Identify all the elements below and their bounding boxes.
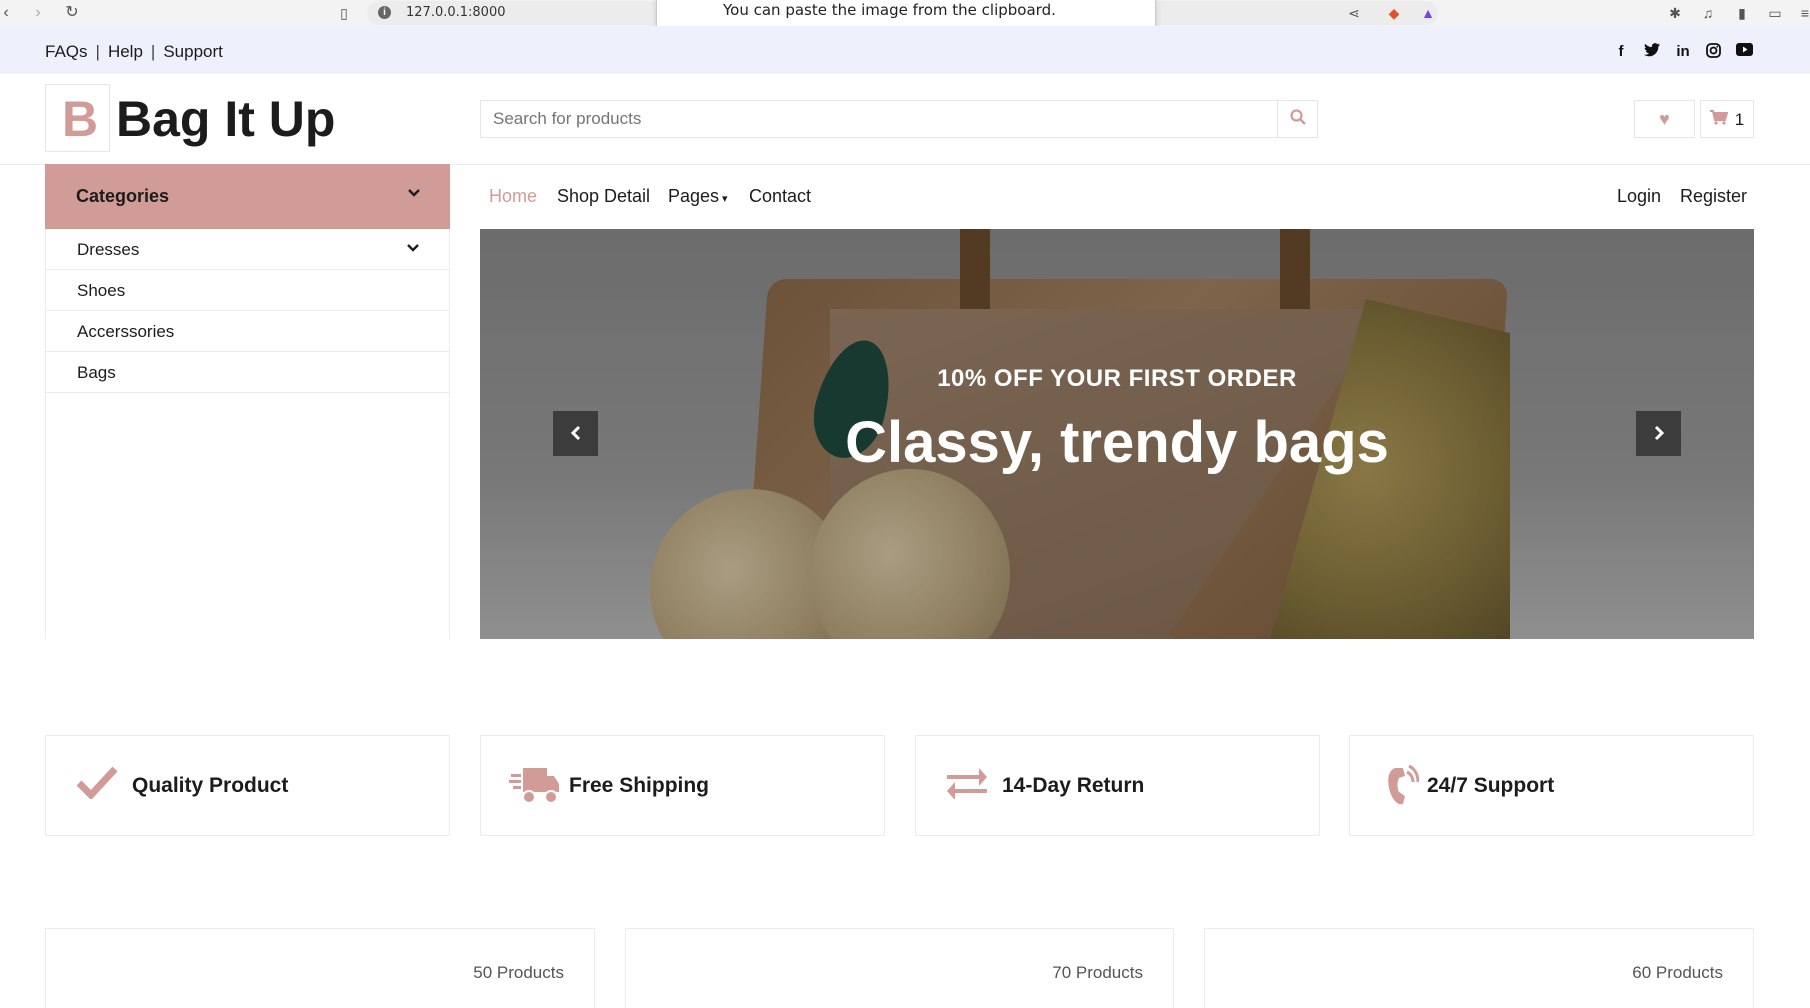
brave-rewards-icon[interactable]: ▲ (1419, 4, 1437, 22)
hero-subtitle: 10% OFF YOUR FIRST ORDER (937, 365, 1297, 392)
support-link[interactable]: Support (163, 42, 223, 61)
site-title[interactable]: Bag It Up (116, 90, 335, 148)
categories-toggle[interactable]: Categories (45, 164, 450, 229)
share-icon[interactable]: ⋖ (1345, 4, 1363, 22)
wallet-icon[interactable]: ▭ (1766, 4, 1784, 22)
categories-list: Dresses Shoes Accerssories Bags (45, 229, 450, 639)
feature-quality: Quality Product (45, 735, 450, 836)
twitter-icon[interactable] (1643, 43, 1661, 61)
separator: | (95, 42, 100, 61)
phone-volume-icon (1378, 764, 1424, 810)
sidebar-icon[interactable]: ▮ (1733, 4, 1751, 22)
category-label: Shoes (77, 281, 126, 300)
product-category-card[interactable]: 50 Products (45, 928, 595, 1008)
product-count: 70 Products (1052, 963, 1143, 982)
nav-shop-detail[interactable]: Shop Detail (557, 186, 650, 207)
search-icon (1289, 109, 1306, 125)
faqs-link[interactable]: FAQs (45, 42, 88, 61)
top-bar: FAQs | Help | Support f in (0, 26, 1810, 74)
category-item-accessories[interactable]: Accerssories (46, 311, 449, 352)
chevron-down-icon (408, 184, 420, 200)
forward-icon[interactable]: › (28, 3, 48, 23)
truck-icon (509, 764, 559, 810)
facebook-icon[interactable]: f (1612, 43, 1630, 60)
product-count: 60 Products (1632, 963, 1723, 982)
help-link[interactable]: Help (108, 42, 143, 61)
feature-label: Quality Product (132, 774, 289, 797)
media-icon[interactable]: ♫ (1699, 4, 1717, 22)
reload-icon[interactable]: ↻ (62, 3, 82, 23)
bookmark-icon[interactable]: ▯ (334, 3, 354, 23)
hero-carousel: 10% OFF YOUR FIRST ORDER Classy, trendy … (480, 229, 1754, 639)
cart-icon (1709, 109, 1733, 129)
product-category-card[interactable]: 60 Products (1204, 928, 1754, 1008)
search-input[interactable] (480, 100, 1278, 138)
brave-shield-icon[interactable]: ◆ (1385, 4, 1403, 22)
top-links: FAQs | Help | Support (45, 42, 223, 62)
hero-title: Classy, trendy bags (845, 410, 1389, 475)
check-icon (74, 764, 120, 810)
extensions-icon[interactable]: ✱ (1666, 4, 1684, 22)
feature-shipping: Free Shipping (480, 735, 885, 836)
category-label: Bags (77, 363, 116, 382)
feature-return: 14-Day Return (915, 735, 1320, 836)
clipboard-notice: You can paste the image from the clipboa… (723, 1, 1056, 19)
url-text[interactable]: 127.0.0.1:8000 (406, 5, 506, 20)
instagram-icon[interactable] (1704, 43, 1722, 62)
youtube-icon[interactable] (1735, 43, 1753, 60)
feature-label: 14-Day Return (1002, 774, 1145, 797)
chevron-down-icon (407, 240, 419, 255)
categories-title: Categories (76, 186, 170, 206)
product-category-card[interactable]: 70 Products (625, 928, 1174, 1008)
chevron-left-icon (570, 425, 580, 441)
site-info-icon[interactable]: i (378, 6, 391, 19)
product-count: 50 Products (473, 963, 564, 982)
exchange-icon (944, 764, 990, 810)
nav-pages-label: Pages (668, 186, 720, 206)
nav-pages[interactable]: Pages ▾ (668, 186, 728, 207)
nav-contact[interactable]: Contact (749, 186, 811, 207)
search-button[interactable] (1277, 100, 1318, 138)
category-item-bags[interactable]: Bags (46, 352, 449, 393)
cart-button[interactable]: 1 (1700, 100, 1754, 138)
linkedin-icon[interactable]: in (1674, 43, 1692, 60)
feature-support: 24/7 Support (1349, 735, 1754, 836)
register-link[interactable]: Register (1680, 186, 1747, 207)
cart-count: 1 (1734, 110, 1745, 129)
login-link[interactable]: Login (1617, 186, 1661, 207)
carousel-next-button[interactable] (1636, 411, 1681, 456)
category-label: Dresses (77, 240, 140, 259)
wishlist-button[interactable]: ♥ (1634, 100, 1695, 138)
caret-down-icon: ▾ (722, 193, 728, 205)
back-icon[interactable]: ‹ (0, 3, 16, 23)
category-item-shoes[interactable]: Shoes (46, 270, 449, 311)
menu-icon[interactable]: ≡ (1796, 4, 1810, 22)
category-item-dresses[interactable]: Dresses (46, 229, 449, 270)
logo-letter[interactable]: B (62, 90, 98, 148)
category-label: Accerssories (77, 322, 175, 341)
feature-label: 24/7 Support (1427, 774, 1555, 797)
feature-label: Free Shipping (569, 774, 710, 797)
heart-icon: ♥ (1659, 109, 1670, 129)
separator: | (150, 42, 156, 61)
chevron-right-icon (1654, 425, 1664, 441)
carousel-prev-button[interactable] (553, 411, 598, 456)
nav-home[interactable]: Home (489, 186, 537, 207)
